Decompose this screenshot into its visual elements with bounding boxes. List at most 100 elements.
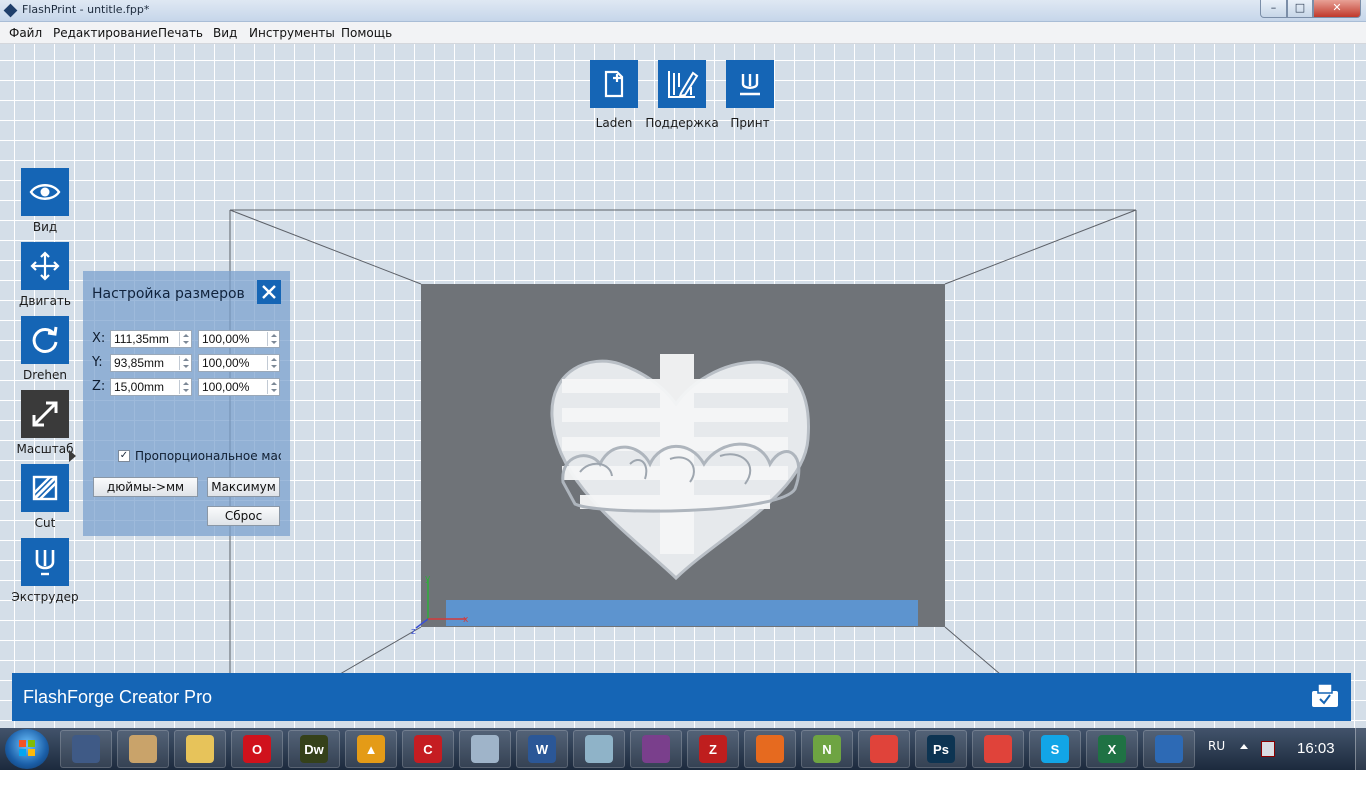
rotate-tool-label: Drehen	[23, 368, 67, 382]
taskbar-chrome-button[interactable]	[858, 730, 910, 768]
menu-file[interactable]: Файл	[9, 26, 42, 40]
printer-connect-icon[interactable]	[1310, 681, 1340, 711]
size-z-spinner[interactable]	[179, 380, 190, 394]
print-label: Принт	[730, 116, 770, 130]
taskbar-flashprint-gray-button[interactable]	[573, 730, 625, 768]
scale-icon	[32, 401, 58, 427]
size-x-field[interactable]: 111,35mm	[110, 330, 192, 348]
windows-logo-icon	[19, 740, 35, 756]
load-file-tool[interactable]: Laden	[590, 60, 638, 130]
flashprint-gray-icon	[585, 735, 613, 763]
taskbar-flashprint-button[interactable]	[1143, 730, 1195, 768]
percent-y-spinner[interactable]	[267, 356, 278, 370]
menu-help[interactable]: Помощь	[341, 26, 392, 40]
photoshop-icon: Ps	[927, 735, 955, 763]
proportional-scale-checkbox[interactable]: ✓	[118, 450, 130, 462]
axis-x-caption: X:	[92, 331, 106, 346]
explorer-icon	[186, 735, 214, 763]
excel-icon: X	[1098, 735, 1126, 763]
extruder-tool[interactable]: Экструдер	[11, 538, 79, 604]
size-x-spinner[interactable]	[179, 332, 190, 346]
chrome-icon	[870, 735, 898, 763]
keepass-icon	[72, 735, 100, 763]
menu-view[interactable]: Вид	[213, 26, 237, 40]
support-tool[interactable]: Поддержка	[645, 60, 719, 130]
percent-y-value: 100,00%	[202, 356, 250, 370]
show-desktop-button[interactable]	[1355, 728, 1366, 770]
taskbar-chrome-2-button[interactable]	[972, 730, 1024, 768]
taskbar-firefox-button[interactable]	[744, 730, 796, 768]
axis-z-caption: Z:	[92, 379, 106, 394]
extruder-tool-label: Экструдер	[11, 590, 79, 604]
tray-app-icon[interactable]	[1261, 741, 1275, 757]
move-tool[interactable]: Двигать	[19, 242, 71, 308]
load-file-label: Laden	[595, 116, 633, 130]
filezilla-icon: Z	[699, 735, 727, 763]
title-bar[interactable]: FlashPrint - untitle.fpp* – □ ✕	[0, 0, 1366, 22]
taskbar-calculator-button[interactable]	[459, 730, 511, 768]
taskbar-filezilla-button[interactable]: Z	[687, 730, 739, 768]
cut-tool[interactable]: Cut	[21, 464, 69, 530]
close-window-button[interactable]: ✕	[1313, 0, 1361, 18]
chrome-2-icon	[984, 735, 1012, 763]
extruder-icon	[35, 550, 55, 576]
move-arrows-icon	[30, 251, 60, 281]
print-tool[interactable]: Принт	[726, 60, 774, 130]
menu-print[interactable]: Печать	[158, 26, 203, 40]
machine-name: FlashForge Creator Pro	[23, 687, 213, 707]
screen-bottom-margin	[0, 770, 1366, 800]
percent-y-field[interactable]: 100,00%	[198, 354, 280, 372]
size-y-spinner[interactable]	[179, 356, 190, 370]
taskbar-explorer-button[interactable]	[174, 730, 226, 768]
word-icon: W	[528, 735, 556, 763]
percent-x-field[interactable]: 100,00%	[198, 330, 280, 348]
rotate-tool[interactable]: Drehen	[21, 316, 69, 382]
front-edge-highlight	[446, 600, 918, 626]
taskbar-notepad-plus-button[interactable]: N	[801, 730, 853, 768]
taskbar-opera-button[interactable]: O	[231, 730, 283, 768]
windows-taskbar: O Dw ▲ C W Z N Ps S X RU 16:03	[0, 728, 1366, 770]
maximum-button[interactable]: Максимум	[207, 477, 280, 497]
start-button[interactable]	[5, 729, 49, 769]
taskbar-word-button[interactable]: W	[516, 730, 568, 768]
opera-icon: O	[243, 735, 271, 763]
menu-tools[interactable]: Инструменты	[249, 26, 335, 40]
proportional-scale-label: Пропорциональное масштабирование	[135, 449, 281, 463]
percent-x-spinner[interactable]	[267, 332, 278, 346]
show-hidden-icons-arrow-icon[interactable]	[1240, 744, 1248, 749]
taskbar-paint-button[interactable]	[117, 730, 169, 768]
taskbar-winrar-button[interactable]	[630, 730, 682, 768]
taskbar-excel-button[interactable]: X	[1086, 730, 1138, 768]
taskbar-clock[interactable]: 16:03	[1297, 740, 1335, 757]
scale-tool[interactable]: Масштаб	[16, 390, 74, 456]
percent-z-field[interactable]: 100,00%	[198, 378, 280, 396]
new-file-icon	[604, 70, 624, 98]
scale-tool-label: Масштаб	[16, 442, 74, 456]
axis-y-caption: Y:	[92, 355, 103, 370]
reset-button[interactable]: Сброс	[207, 506, 280, 526]
maximize-button[interactable]: □	[1287, 0, 1313, 18]
cut-icon	[32, 475, 58, 501]
inch-to-mm-button[interactable]: дюймы->мм	[93, 477, 198, 497]
taskbar-dreamweaver-button[interactable]: Dw	[288, 730, 340, 768]
size-x-value: 111,35mm	[114, 332, 169, 346]
machine-status-bar: FlashForge Creator Pro	[12, 673, 1351, 721]
rotate-icon	[32, 326, 58, 353]
print-workspace[interactable]: y x z Laden Поддержка Принт Вид Двигать …	[0, 44, 1366, 728]
language-indicator[interactable]: RU	[1208, 739, 1225, 753]
move-tool-label: Двигать	[19, 294, 71, 308]
size-z-field[interactable]: 15,00mm	[110, 378, 192, 396]
skype-icon: S	[1041, 735, 1069, 763]
view-tool-label: Вид	[32, 220, 58, 234]
percent-z-spinner[interactable]	[267, 380, 278, 394]
size-y-field[interactable]: 93,85mm	[110, 354, 192, 372]
taskbar-archicad-button[interactable]: ▲	[345, 730, 397, 768]
view-tool[interactable]: Вид	[21, 168, 69, 234]
menu-edit[interactable]: Редактирование	[53, 26, 158, 40]
taskbar-skype-button[interactable]: S	[1029, 730, 1081, 768]
taskbar-app-red-button[interactable]: C	[402, 730, 454, 768]
minimize-button[interactable]: –	[1260, 0, 1287, 18]
panel-close-button[interactable]	[257, 280, 281, 304]
taskbar-keepass-button[interactable]	[60, 730, 112, 768]
taskbar-photoshop-button[interactable]: Ps	[915, 730, 967, 768]
